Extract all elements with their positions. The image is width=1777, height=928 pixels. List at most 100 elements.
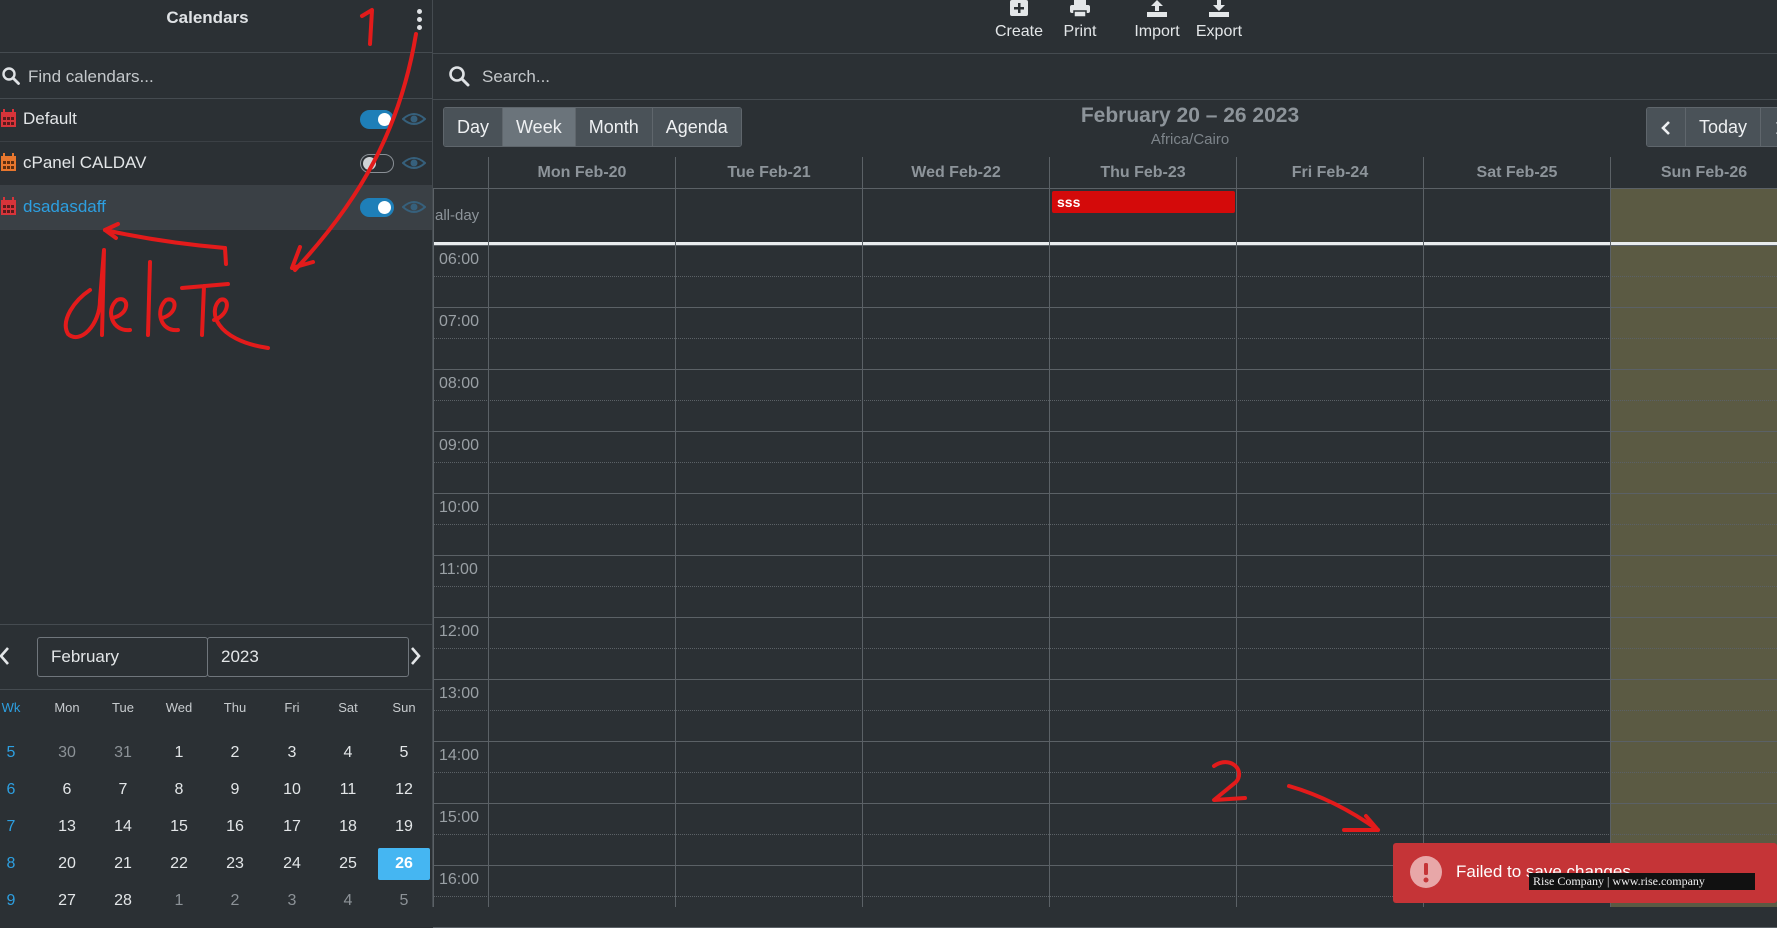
day-header[interactable]: Sun Feb-26 (1610, 157, 1777, 188)
mini-calendar-day[interactable]: 18 (322, 811, 374, 843)
calendar-item-dsadasdaff[interactable]: dsadasdaff (0, 186, 432, 230)
agenda-view-button[interactable]: Agenda (652, 108, 741, 146)
mini-calendar-day[interactable]: 19 (378, 811, 430, 843)
mini-calendar-day[interactable]: 21 (97, 848, 149, 880)
calendar-name: Default (23, 109, 77, 128)
eye-icon[interactable] (402, 154, 426, 172)
import-button[interactable]: Import (1129, 0, 1185, 50)
mini-calendar-day[interactable]: 31 (97, 737, 149, 769)
mini-calendar-day[interactable]: 9 (209, 774, 261, 806)
mini-calendar-day[interactable]: 8 (153, 774, 205, 806)
find-calendars-input[interactable] (26, 63, 410, 91)
time-label: 16:00 (439, 871, 480, 888)
day-header[interactable]: Thu Feb-23 (1049, 157, 1236, 188)
weekday-header: Fri (284, 700, 300, 715)
calendar-icon (1, 197, 16, 215)
mini-calendar-day[interactable]: 1 (153, 885, 205, 917)
weekday-header: Wk (1, 700, 21, 715)
error-icon (1410, 856, 1442, 888)
calendar-search (0, 53, 432, 99)
week-view-button[interactable]: Week (503, 108, 576, 146)
weekday-header: Thu (223, 700, 247, 715)
mini-calendar-day[interactable]: 3 (266, 885, 318, 917)
time-label: 14:00 (439, 747, 480, 764)
chevron-left-icon (1661, 121, 1670, 136)
print-button[interactable]: Print (1058, 0, 1102, 50)
main-toolbar: Create Print Import Export (433, 0, 1777, 54)
next-button[interactable] (1761, 108, 1777, 146)
day-view-button[interactable]: Day (444, 108, 504, 146)
day-header[interactable]: Fri Feb-24 (1236, 157, 1423, 188)
mini-calendar-day[interactable]: 12 (378, 774, 430, 806)
time-label: 12:00 (439, 623, 480, 640)
mini-calendar-day[interactable]: 4 (322, 737, 374, 769)
sidebar-title: Calendars (166, 8, 249, 27)
mini-calendar-day[interactable]: 2 (209, 885, 261, 917)
create-button[interactable]: Create (993, 0, 1045, 50)
previous-button[interactable] (1647, 108, 1686, 146)
eye-icon[interactable] (402, 198, 426, 216)
mini-calendar-day[interactable]: 5 (378, 885, 430, 917)
mini-calendar-day[interactable]: 28 (97, 885, 149, 917)
timezone-label: Africa/Cairo (1150, 131, 1230, 148)
mini-calendar-day[interactable]: 25 (322, 848, 374, 880)
mini-calendar-day[interactable]: 2 (209, 737, 261, 769)
mini-calendar-day[interactable]: 6 (41, 774, 93, 806)
search-input[interactable] (480, 63, 1084, 91)
mini-calendar-day[interactable]: 15 (153, 811, 205, 843)
month-select[interactable]: February (37, 637, 208, 677)
day-header[interactable]: Mon Feb-20 (488, 157, 675, 188)
eye-icon[interactable] (402, 110, 426, 128)
mini-calendar-day[interactable]: 30 (41, 737, 93, 769)
mini-calendar-day[interactable]: 1 (153, 737, 205, 769)
day-header[interactable]: Wed Feb-22 (862, 157, 1049, 188)
mini-calendar-day[interactable]: 17 (266, 811, 318, 843)
calendar-name: cPanel CALDAV (23, 153, 147, 172)
calendar-toggle[interactable] (360, 198, 394, 217)
calendar-toggle[interactable] (360, 154, 394, 173)
printer-icon (1070, 0, 1090, 18)
mini-calendar-day[interactable]: 11 (322, 774, 374, 806)
plus-icon (1010, 0, 1028, 16)
mini-calendar-day[interactable]: 16 (209, 811, 261, 843)
chevron-right-icon[interactable] (410, 646, 422, 666)
year-select[interactable]: 2023 (207, 637, 409, 677)
mini-calendar-day[interactable]: 26 (378, 848, 430, 880)
time-label: 15:00 (439, 809, 480, 826)
calendars-sidebar: Calendars Default cPanel CALDAV dsadasda… (0, 0, 433, 909)
today-button[interactable]: Today (1686, 108, 1762, 146)
mini-calendar-day[interactable]: 10 (266, 774, 318, 806)
week-number: 9 (6, 892, 16, 909)
mini-calendar-day[interactable]: 27 (41, 885, 93, 917)
export-button[interactable]: Export (1191, 0, 1247, 50)
mini-calendar-day[interactable]: 13 (41, 811, 93, 843)
mini-calendar-day[interactable]: 14 (97, 811, 149, 843)
today-column-highlight (1610, 188, 1777, 907)
day-header[interactable]: Sat Feb-25 (1423, 157, 1610, 188)
allday-label: all-day (435, 207, 480, 224)
download-icon (1209, 0, 1229, 17)
week-number: 7 (6, 818, 16, 835)
calendar-options-menu-icon[interactable] (407, 6, 431, 30)
mini-calendar-day[interactable]: 22 (153, 848, 205, 880)
mini-calendar-day[interactable]: 3 (266, 737, 318, 769)
export-label: Export (1195, 23, 1243, 40)
import-label: Import (1134, 23, 1180, 40)
day-header[interactable]: Tue Feb-21 (675, 157, 862, 188)
calendar-icon (1, 153, 16, 171)
chevron-left-icon[interactable] (0, 646, 10, 666)
mini-calendar-day[interactable]: 5 (378, 737, 430, 769)
event-search (433, 54, 1777, 100)
calendar-toggle[interactable] (360, 110, 394, 129)
calendar-item-default[interactable]: Default (0, 98, 432, 142)
mini-calendar-day[interactable]: 23 (209, 848, 261, 880)
time-label: 06:00 (439, 251, 480, 268)
event-sss[interactable]: sss (1052, 191, 1235, 213)
mini-calendar-day[interactable]: 20 (41, 848, 93, 880)
mini-calendar-day[interactable]: 24 (266, 848, 318, 880)
date-range-title: February 20 – 26 2023 (1080, 104, 1300, 127)
calendar-item-cpanel-caldav[interactable]: cPanel CALDAV (0, 142, 432, 186)
mini-calendar-day[interactable]: 4 (322, 885, 374, 917)
mini-calendar-day[interactable]: 7 (97, 774, 149, 806)
month-view-button[interactable]: Month (575, 108, 653, 146)
